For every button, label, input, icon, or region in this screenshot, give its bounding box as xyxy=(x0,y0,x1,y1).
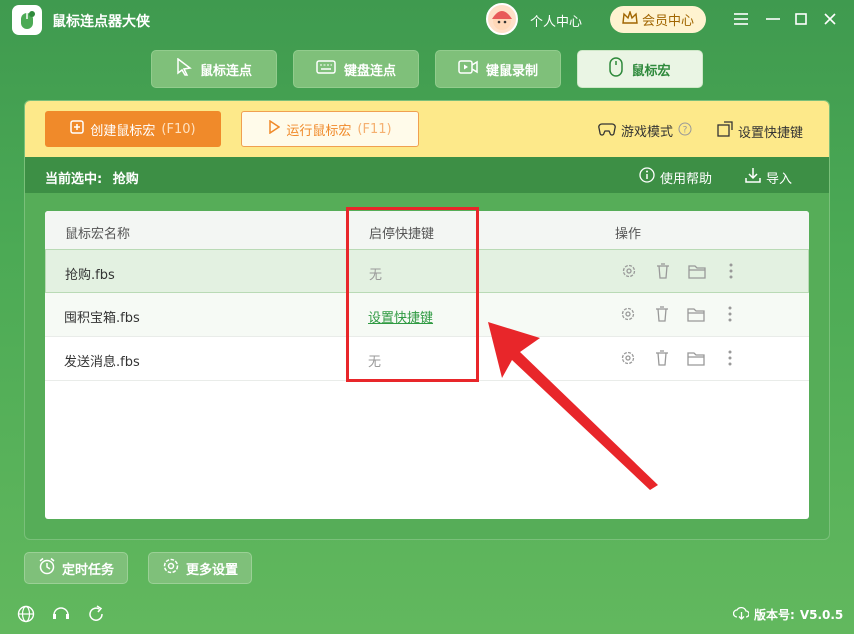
toolbar: 创建鼠标宏 (F10) 运行鼠标宏 (F11) 游戏模式 ? 设置快捷键 xyxy=(25,101,829,157)
hotkey-icon xyxy=(717,121,733,141)
set-hotkey-button[interactable]: 设置快捷键 xyxy=(717,121,803,141)
timer-task-button[interactable]: 定时任务 xyxy=(24,552,128,584)
create-key: (F10) xyxy=(161,121,196,137)
maximize-icon[interactable] xyxy=(791,9,811,29)
crown-icon xyxy=(622,9,638,29)
version-label: 版本号: xyxy=(754,608,795,622)
tab-keyboard-click[interactable]: 键盘连点 xyxy=(293,50,419,88)
highlight-box xyxy=(346,207,479,382)
timer-label: 定时任务 xyxy=(61,562,114,578)
create-macro-button[interactable]: 创建鼠标宏 (F10) xyxy=(45,111,221,147)
tab-label: 键盘连点 xyxy=(343,63,396,79)
tab-record[interactable]: 键鼠录制 xyxy=(435,50,561,88)
run-key: (F11) xyxy=(357,121,392,137)
import-button[interactable]: 导入 xyxy=(745,167,792,187)
vip-label: 会员中心 xyxy=(641,14,694,29)
help-circle-icon[interactable]: ? xyxy=(678,122,692,140)
tab-label: 键鼠录制 xyxy=(485,63,538,79)
folder-icon[interactable] xyxy=(687,349,705,367)
support-icon[interactable] xyxy=(51,604,71,624)
info-icon xyxy=(639,167,655,187)
version-info: 版本号: V5.0.5 xyxy=(732,606,844,623)
tab-label: 鼠标连点 xyxy=(199,63,252,79)
close-icon[interactable] xyxy=(820,9,840,29)
game-mode-label: 游戏模式 xyxy=(621,125,674,140)
gamepad-icon xyxy=(598,122,616,140)
folder-icon[interactable] xyxy=(688,262,706,280)
game-mode-toggle[interactable]: 游戏模式 ? xyxy=(598,121,692,140)
more-settings-button[interactable]: 更多设置 xyxy=(148,552,252,584)
row-actions xyxy=(620,262,740,280)
minimize-icon[interactable] xyxy=(763,9,783,29)
help-label: 使用帮助 xyxy=(660,171,713,187)
header-ops: 操作 xyxy=(615,227,642,242)
app-logo xyxy=(12,5,42,35)
version-value: V5.0.5 xyxy=(799,607,844,622)
refresh-icon[interactable] xyxy=(86,604,106,624)
globe-icon[interactable] xyxy=(16,604,36,624)
tab-mouse-macro[interactable]: 鼠标宏 xyxy=(577,50,703,88)
current-label: 当前选中: xyxy=(45,172,103,187)
cloud-download-icon[interactable] xyxy=(732,606,750,623)
help-link[interactable]: 使用帮助 xyxy=(639,167,712,187)
vip-center-button[interactable]: 会员中心 xyxy=(610,6,706,33)
folder-icon[interactable] xyxy=(687,305,705,323)
current-value: 抢购 xyxy=(112,172,139,187)
more-label: 更多设置 xyxy=(185,562,238,578)
menu-icon[interactable] xyxy=(731,9,751,29)
set-hotkey-label: 设置快捷键 xyxy=(738,125,804,141)
macro-name: 囤积宝箱.fbs xyxy=(64,311,140,326)
current-selection: 当前选中: 抢购 xyxy=(45,168,139,187)
download-icon xyxy=(745,167,761,187)
run-macro-button[interactable]: 运行鼠标宏 (F11) xyxy=(241,111,419,147)
import-label: 导入 xyxy=(766,171,793,187)
macro-name: 发送消息.fbs xyxy=(64,355,140,370)
run-label: 运行鼠标宏 xyxy=(286,123,352,139)
trash-icon[interactable] xyxy=(654,262,672,280)
settings-icon xyxy=(162,557,180,579)
play-icon xyxy=(268,119,281,138)
gear-icon[interactable] xyxy=(620,262,638,280)
alarm-icon xyxy=(38,557,56,579)
macro-name: 抢购.fbs xyxy=(65,268,115,283)
status-bar: 当前选中: 抢购 使用帮助 导入 xyxy=(25,157,829,193)
avatar[interactable] xyxy=(486,3,518,35)
tab-mouse-click[interactable]: 鼠标连点 xyxy=(151,50,277,88)
header-name: 鼠标宏名称 xyxy=(65,227,131,242)
more-icon[interactable] xyxy=(721,349,739,367)
app-title: 鼠标连点器大侠 xyxy=(52,14,150,30)
add-icon xyxy=(70,120,85,138)
mouse-icon xyxy=(609,57,624,81)
create-label: 创建鼠标宏 xyxy=(90,123,156,139)
keyboard-icon xyxy=(316,59,336,79)
annotation-arrow xyxy=(488,322,658,490)
more-icon[interactable] xyxy=(722,262,740,280)
more-icon[interactable] xyxy=(721,305,739,323)
svg-text:?: ? xyxy=(683,125,688,135)
video-icon xyxy=(458,59,478,79)
cursor-icon xyxy=(176,57,192,80)
tab-label: 鼠标宏 xyxy=(631,63,671,79)
user-center-link[interactable]: 个人中心 xyxy=(530,11,582,30)
